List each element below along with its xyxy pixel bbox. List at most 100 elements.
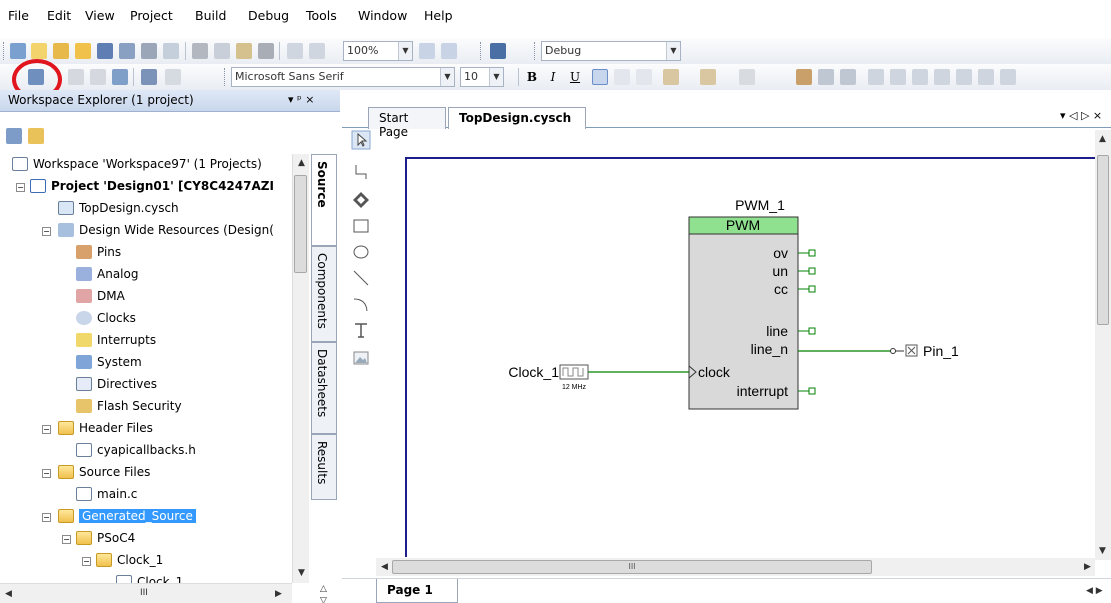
menu-tools[interactable]: Tools xyxy=(306,8,337,23)
scroll-up-icon[interactable]: ▲ xyxy=(1099,134,1106,144)
underline-button[interactable]: U xyxy=(566,68,584,86)
tree-item[interactable]: Pins xyxy=(76,242,121,263)
clock-component[interactable] xyxy=(559,364,589,380)
tab-source[interactable]: Source xyxy=(311,154,337,246)
build-config-select[interactable]: Debug ▼ xyxy=(541,41,681,61)
undo-icon[interactable] xyxy=(287,43,303,59)
arc-tool-icon[interactable] xyxy=(351,294,371,314)
pointer-icon[interactable] xyxy=(351,130,371,150)
font-size-select[interactable]: 10 ▼ xyxy=(460,67,504,87)
collapse-toggle[interactable]: − xyxy=(42,469,51,478)
tree-item[interactable]: System xyxy=(76,352,142,373)
italic-button[interactable]: I xyxy=(544,68,562,86)
collapse-toggle[interactable]: − xyxy=(42,513,51,522)
tab-scroll-down-icon[interactable]: ▽ xyxy=(320,596,327,603)
zoom-select[interactable]: 100% ▼ xyxy=(343,41,413,61)
menu-edit[interactable]: Edit xyxy=(47,8,71,23)
bug-icon[interactable] xyxy=(165,69,181,85)
paste-icon[interactable] xyxy=(236,43,252,59)
zoom-out-icon[interactable] xyxy=(441,43,457,59)
scroll-left-icon[interactable]: ◀ xyxy=(381,562,388,572)
align-objects-right-icon[interactable] xyxy=(912,69,928,85)
chevron-down-icon[interactable]: ▼ xyxy=(398,42,412,60)
scroll-right-icon[interactable]: ▶ xyxy=(1084,562,1091,572)
menu-file[interactable]: File xyxy=(8,8,29,23)
tab-components[interactable]: Components xyxy=(311,246,337,342)
document-window-controls[interactable]: ▾ ◁ ▷ × xyxy=(1060,109,1102,122)
collapse-toggle[interactable]: − xyxy=(82,557,91,566)
font-color-icon[interactable] xyxy=(663,69,679,85)
tree-item[interactable]: cyapicallbacks.h xyxy=(76,440,196,461)
ellipse-tool-icon[interactable] xyxy=(351,242,371,262)
tab-start-page[interactable]: Start Page xyxy=(368,107,446,139)
chevron-down-icon[interactable]: ▼ xyxy=(440,68,454,86)
tree-item[interactable]: Design Wide Resources (Design( xyxy=(58,220,274,241)
cut-icon[interactable] xyxy=(192,43,208,59)
tree-horizontal-scrollbar[interactable]: ◀ III ▶ xyxy=(0,583,292,603)
delete-icon[interactable] xyxy=(258,43,274,59)
align-right-icon[interactable] xyxy=(636,69,652,85)
tab-results[interactable]: Results xyxy=(311,434,337,500)
tree-item[interactable]: main.c xyxy=(76,484,137,505)
image-tool-icon[interactable] xyxy=(351,348,371,368)
chevron-down-icon[interactable]: ▼ xyxy=(489,68,503,86)
toolbar-grip[interactable] xyxy=(480,42,483,60)
tree-item[interactable]: Analog xyxy=(76,264,138,285)
collapse-toggle[interactable]: − xyxy=(42,227,51,236)
wire-tool-icon[interactable] xyxy=(351,162,371,182)
line-color-icon[interactable] xyxy=(700,69,716,85)
align-objects-middle-icon[interactable] xyxy=(956,69,972,85)
rectangle-tool-icon[interactable] xyxy=(351,216,371,236)
tree-scroll-thumb[interactable] xyxy=(294,175,307,273)
panel-controls[interactable]: ▾ ᵖ × xyxy=(288,93,314,106)
collapse-toggle[interactable]: − xyxy=(16,183,25,192)
redo-icon[interactable] xyxy=(309,43,325,59)
scroll-down-icon[interactable]: ▼ xyxy=(298,568,305,578)
debug-icon[interactable] xyxy=(90,69,106,85)
save-icon[interactable] xyxy=(97,43,113,59)
menu-window[interactable]: Window xyxy=(358,8,407,23)
menu-view[interactable]: View xyxy=(85,8,115,23)
menu-project[interactable]: Project xyxy=(130,8,173,23)
tab-scroll-up-icon[interactable]: △ xyxy=(320,584,327,594)
tree-item[interactable]: Source Files xyxy=(58,462,150,483)
scroll-down-icon[interactable]: ▼ xyxy=(1099,546,1106,556)
tree-item[interactable]: Workspace 'Workspace97' (1 Projects) xyxy=(12,154,262,175)
distribute-icon[interactable] xyxy=(1000,69,1016,85)
align-objects-left-icon[interactable] xyxy=(868,69,884,85)
scroll-up-icon[interactable]: ▲ xyxy=(298,158,305,168)
tree-item[interactable]: PSoC4 xyxy=(76,528,135,549)
pin-terminal[interactable] xyxy=(808,387,816,395)
collapse-toggle[interactable]: − xyxy=(62,535,71,544)
collapse-toggle[interactable]: − xyxy=(42,425,51,434)
canvas-scroll-thumb-vertical[interactable] xyxy=(1097,155,1109,325)
pin-terminal[interactable] xyxy=(808,249,816,257)
scroll-right-icon[interactable]: ▶ xyxy=(275,589,282,599)
menu-help[interactable]: Help xyxy=(424,8,453,23)
tree-item[interactable]: DMA xyxy=(76,286,125,307)
group-icon[interactable] xyxy=(840,69,856,85)
pin-terminal[interactable] xyxy=(808,327,816,335)
menu-debug[interactable]: Debug xyxy=(248,8,289,23)
menu-build[interactable]: Build xyxy=(195,8,226,23)
save-all-icon[interactable] xyxy=(119,43,135,59)
zoom-in-icon[interactable] xyxy=(419,43,435,59)
tab-datasheets[interactable]: Datasheets xyxy=(311,342,337,434)
collapse-all-icon[interactable] xyxy=(6,128,22,144)
print-icon[interactable] xyxy=(141,43,157,59)
tree-item[interactable]: Clock_1 xyxy=(96,550,163,571)
chip-icon[interactable] xyxy=(141,69,157,85)
open-folder-icon[interactable] xyxy=(75,43,91,59)
toolbar-grip[interactable] xyxy=(3,42,6,60)
font-family-select[interactable]: Microsoft Sans Serif ▼ xyxy=(231,67,455,87)
text-tool-icon[interactable] xyxy=(351,320,371,340)
tab-page-1[interactable]: Page 1 xyxy=(376,579,458,603)
page-nav-icon[interactable]: ◀ ▶ xyxy=(1086,586,1103,596)
canvas-scroll-thumb-horizontal[interactable]: III xyxy=(392,560,872,574)
component-tool-icon[interactable] xyxy=(351,190,371,210)
build-icon[interactable] xyxy=(112,69,128,85)
tab-topdesign[interactable]: TopDesign.cysch xyxy=(448,107,586,129)
fill-color-icon[interactable] xyxy=(739,69,755,85)
pin-terminal[interactable] xyxy=(808,267,816,275)
schematic-canvas[interactable]: PWM_1 PWM ov un cc line line_n interrupt… xyxy=(405,157,1095,557)
